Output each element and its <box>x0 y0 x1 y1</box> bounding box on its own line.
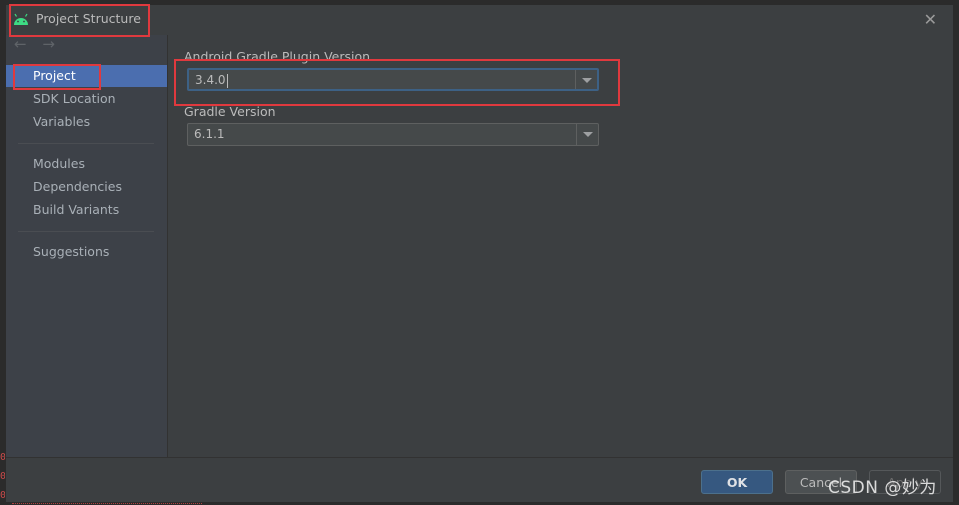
gradle-version-label: Gradle Version <box>184 104 276 119</box>
sidebar-item-build-variants[interactable]: Build Variants <box>6 199 167 221</box>
gradle-version-dropdown-button[interactable] <box>576 124 598 145</box>
nav-arrows: ← → <box>14 35 67 57</box>
ok-button[interactable]: OK <box>701 470 773 494</box>
gradle-version-value[interactable]: 6.1.1 <box>194 127 225 141</box>
sidebar-item-modules[interactable]: Modules <box>6 153 167 175</box>
sidebar-divider <box>18 231 154 232</box>
sidebar-item-project[interactable]: Project <box>6 65 167 87</box>
agp-version-label: Android Gradle Plugin Version <box>184 49 371 64</box>
forward-arrow-icon[interactable]: → <box>42 35 55 53</box>
android-icon <box>14 13 28 25</box>
title-bar: Project Structure ✕ <box>6 5 953 35</box>
close-icon[interactable]: ✕ <box>924 10 937 29</box>
chevron-down-icon <box>582 78 592 83</box>
gradle-version-combobox[interactable]: 6.1.1 <box>187 123 599 146</box>
dialog-footer: OK Cancel Apply <box>6 457 953 505</box>
watermark: CSDN @妙为 <box>828 478 937 498</box>
text-cursor <box>226 73 228 88</box>
sidebar: ← → Project SDK Location Variables Modul… <box>6 35 168 457</box>
sidebar-item-variables[interactable]: Variables <box>6 111 167 133</box>
project-settings-panel: Android Gradle Plugin Version 3.4.0 Grad… <box>168 35 953 457</box>
back-arrow-icon[interactable]: ← <box>14 35 27 53</box>
agp-version-dropdown-button[interactable] <box>575 70 597 89</box>
project-structure-dialog: Project Structure ✕ ← → Project SDK Loca… <box>5 4 954 503</box>
sidebar-divider <box>18 143 154 144</box>
agp-version-combobox[interactable]: 3.4.0 <box>187 68 599 91</box>
sidebar-item-suggestions[interactable]: Suggestions <box>6 241 167 263</box>
chevron-down-icon <box>583 132 593 137</box>
sidebar-item-sdk-location[interactable]: SDK Location <box>6 88 167 110</box>
agp-version-value[interactable]: 3.4.0 <box>195 73 228 88</box>
sidebar-item-dependencies[interactable]: Dependencies <box>6 176 167 198</box>
dialog-title: Project Structure <box>36 11 141 26</box>
